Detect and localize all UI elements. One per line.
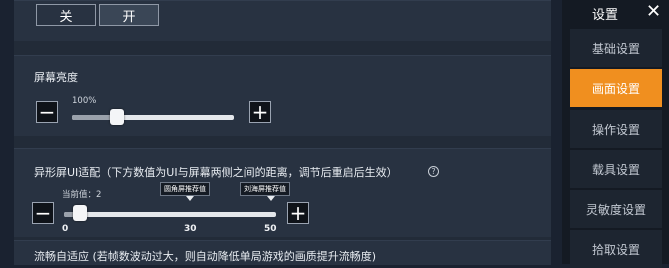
notch-panel: 异形屏UI适配（下方数值为UI与屏幕两侧之间的距离，调节后重启后生效） ? 当前… (14, 148, 551, 237)
sidebar-item-pickup[interactable]: 拾取设置 (570, 230, 662, 268)
adaptive-title: 流畅自适应 (若帧数波动过大，则自动降低单局游戏的画质提升流畅度) (34, 250, 377, 263)
notch-screen-marker (267, 196, 275, 201)
notch-current-value: 当前值：2 (62, 190, 102, 200)
notch-slider-handle[interactable] (73, 205, 87, 221)
brightness-title: 屏幕亮度 (34, 71, 78, 84)
sidebar-item-vehicle[interactable]: 载具设置 (570, 150, 662, 188)
plus-icon: + (251, 100, 269, 124)
settings-content: 关 开 屏幕亮度 100% − + 异形屏UI适配（下方数值为UI与屏幕两侧之间… (14, 0, 551, 265)
notch-tick-30: 30 (184, 224, 197, 234)
brightness-panel: 屏幕亮度 100% − + (14, 55, 551, 136)
sidebar-item-basic[interactable]: 基础设置 (570, 29, 662, 67)
round-screen-recommend-tag: 圆角屏推荐值 (160, 182, 210, 196)
sidebar-item-sensitivity[interactable]: 灵敏度设置 (570, 190, 662, 228)
toggle-panel: 关 开 (14, 0, 551, 41)
adaptive-panel: 流畅自适应 (若帧数波动过大，则自动降低单局游戏的画质提升流畅度) (14, 240, 551, 265)
notch-decrease-button[interactable]: − (32, 202, 54, 224)
brightness-increase-button[interactable]: + (249, 101, 271, 123)
notch-increase-button[interactable]: + (287, 202, 309, 224)
round-screen-marker (186, 196, 194, 201)
sidebar-item-display[interactable]: 画面设置 (570, 69, 662, 107)
toggle-on-button[interactable]: 开 (99, 4, 159, 26)
toggle-off-button[interactable]: 关 (36, 4, 96, 26)
notch-screen-recommend-tag: 刘海屏推荐值 (240, 182, 290, 196)
minus-icon: − (38, 100, 56, 124)
help-icon[interactable]: ? (428, 166, 439, 177)
sidebar-item-controls[interactable]: 操作设置 (570, 110, 662, 148)
brightness-decrease-button[interactable]: − (36, 101, 58, 123)
brightness-slider-handle[interactable] (110, 109, 124, 125)
notch-tick-0: 0 (62, 224, 69, 234)
notch-slider-track[interactable] (64, 212, 276, 217)
notch-title: 异形屏UI适配（下方数值为UI与屏幕两侧之间的距离，调节后重启后生效） (34, 166, 398, 179)
plus-icon: + (289, 201, 307, 225)
close-icon[interactable]: ✕ (646, 1, 661, 22)
notch-tick-50: 50 (264, 224, 277, 234)
minus-icon: − (34, 201, 52, 225)
sidebar-title: 设置 (592, 8, 619, 23)
brightness-value: 100% (72, 96, 97, 106)
